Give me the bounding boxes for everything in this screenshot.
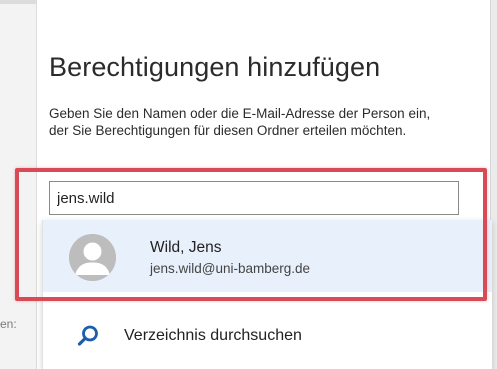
suggestion-item[interactable]: Wild, Jens jens.wild@uni-bamberg.de [43,220,492,292]
search-icon [76,324,100,348]
autocomplete-dropdown: Wild, Jens jens.wild@uni-bamberg.de Verz… [42,220,492,369]
background-partial-label: en: [0,317,17,331]
background-panel-top [0,0,36,4]
suggestion-name: Wild, Jens [150,239,222,256]
recipient-search-input[interactable] [49,181,459,215]
person-avatar-icon [69,234,116,281]
directory-search-button[interactable]: Verzeichnis durchsuchen [43,314,492,360]
background-panel: en: [0,0,37,369]
dialog-description: Geben Sie den Namen oder die E-Mail-Adre… [49,106,431,138]
dialog-title: Berechtigungen hinzufügen [49,52,381,82]
directory-search-label: Verzeichnis durchsuchen [124,327,302,344]
suggestion-email: jens.wild@uni-bamberg.de [150,261,311,276]
